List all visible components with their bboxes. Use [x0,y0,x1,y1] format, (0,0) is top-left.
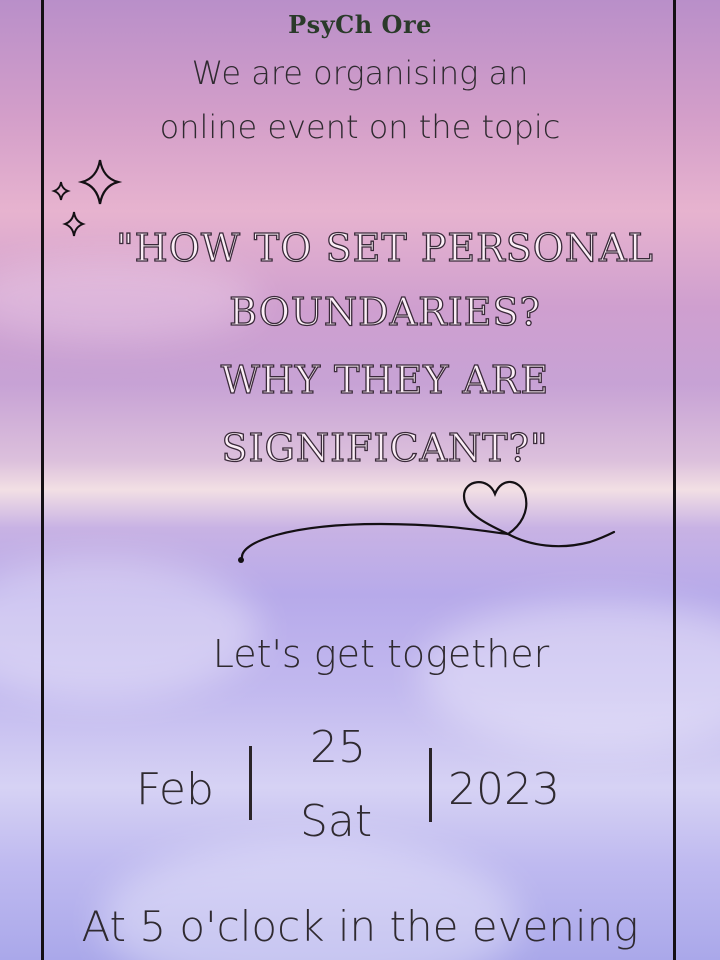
tagline: Let's get together [212,632,550,676]
date-year: 2023 [448,764,560,815]
date-divider [249,746,252,820]
date-day: 25 [310,722,366,773]
intro-line-1: We are organising an [191,54,529,92]
date-weekday: Sat [300,796,373,847]
intro-line-2: online event on the topic [159,108,561,146]
heart-doodle-icon [238,480,616,563]
event-poster: PsyCh Ore We are organising an online ev… [0,0,720,960]
event-time: At 5 o'clock in the evening [81,902,639,951]
cloud-decoration [0,560,260,700]
brand-name: PsyCh Ore [288,10,432,39]
topic-title-line-3: WHY THEY ARE [220,357,550,402]
date-divider [429,748,432,822]
date-month: Feb [136,764,214,815]
topic-title-line-4: SIGNIFICANT?" [221,425,549,470]
topic-title-line-2: BOUNDARIES? [228,289,541,334]
topic-title-line-1: "HOW TO SET PERSONAL [115,225,654,270]
